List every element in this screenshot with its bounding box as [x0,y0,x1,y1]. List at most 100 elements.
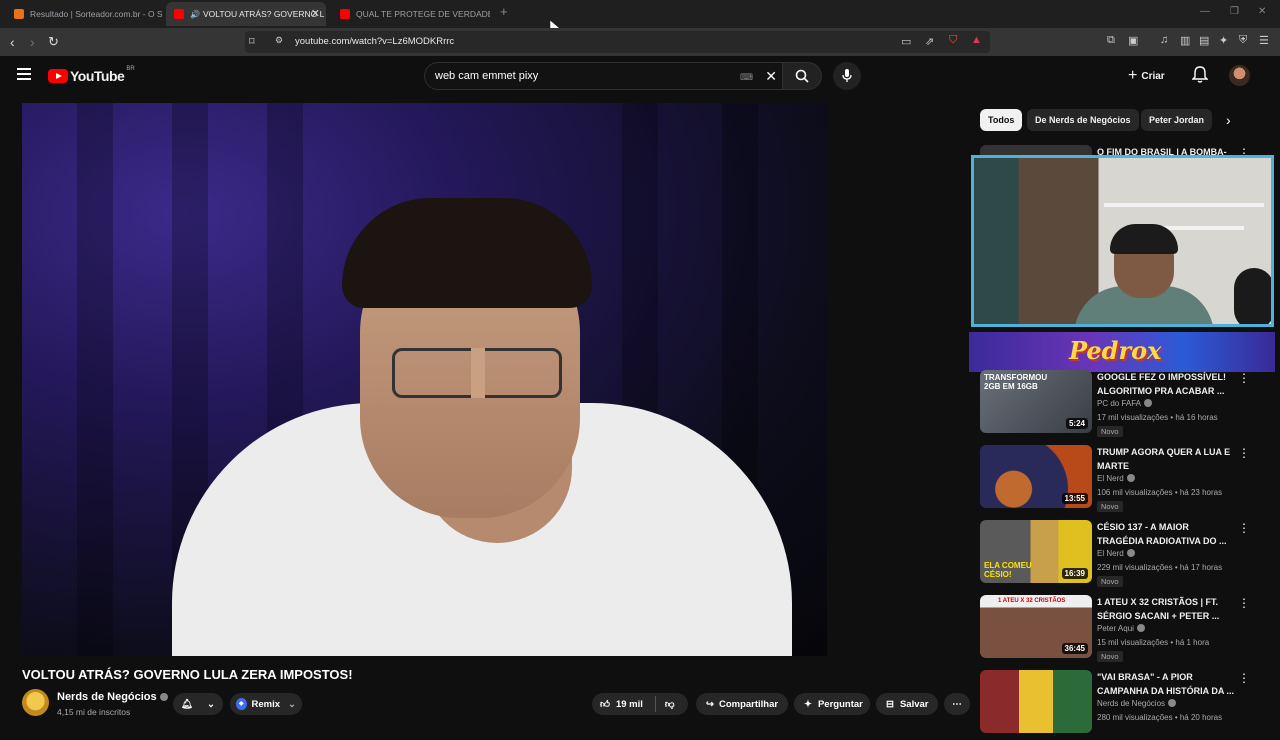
channel-name[interactable]: Nerds de Negócios [57,691,168,703]
channel-name[interactable]: Peter Aqui [1097,624,1145,633]
thumbnail-text: TRANSFORMOU 2GB EM 16GB [984,373,1048,391]
list-item[interactable]: "VAI BRASA" - A PIOR CAMPANHA DA HISTÓRI… [980,670,1270,740]
like-count[interactable]: 19 mil [616,699,643,710]
close-window-icon[interactable]: ✕ [1258,6,1266,17]
tab-label: QUAL TE PROTEGE DE VERDADE? Tes [356,9,490,19]
brave-shield-icon[interactable]: ⛉ [949,34,957,47]
browser-tab[interactable]: QUAL TE PROTEGE DE VERDADE? Tes [332,2,490,26]
forward-icon[interactable]: › [30,33,35,51]
clear-search-icon[interactable]: ✕ [765,68,777,85]
like-icon[interactable]: 👍︎ [600,698,610,710]
bookmark-icon[interactable]: ⌑ [249,35,255,48]
wallet-card-icon[interactable]: ▤ [1199,34,1209,47]
banner-text: Pedrox [1069,336,1162,365]
channel-name[interactable]: El Nerd [1097,474,1135,483]
channel-name[interactable]: PC do FAFA [1097,399,1153,408]
maximize-icon[interactable]: ❐ [1230,6,1239,17]
hamburger-menu-icon[interactable] [17,68,31,80]
chevron-right-icon[interactable]: › [1226,112,1231,128]
list-item[interactable]: ELA COMEU CÉSIO! 16:39 CÉSIO 137 - A MAI… [980,520,1270,590]
close-tab-icon[interactable]: ✕ [311,7,320,20]
share-button[interactable]: ↪ Compartilhar [696,693,788,715]
browser-tab-active[interactable]: 🔊 VOLTOU ATRÁS? GOVERNO L ✕ [166,2,326,26]
kebab-menu-icon[interactable]: ⋮ [1238,371,1250,385]
subscription-bell-button[interactable]: 🔔︎ ⌄ [173,693,223,715]
brave-rewards-icon[interactable]: ▲ [971,34,982,46]
tab-label: Resultado | Sorteador.com.br - O Site [30,9,162,19]
video-thumbnail[interactable] [980,670,1092,733]
new-tab-icon[interactable]: + [500,4,508,19]
keyboard-icon[interactable]: ⌨ [740,72,753,83]
search-button[interactable] [782,62,822,90]
create-button[interactable]: + Criar [1128,67,1165,85]
remix-button[interactable]: ◆ Remix ⌄ [230,693,302,715]
share-icon: ↪ [706,698,714,710]
list-item[interactable]: 1 ATEU X 32 CRISTÃOS 36:45 1 ATEU X 32 C… [980,595,1270,665]
dislike-icon[interactable]: 👎︎ [665,698,675,710]
kebab-menu-icon[interactable]: ⋮ [1238,596,1250,610]
chip-nerds-de-negocios[interactable]: De Nerds de Negócios [1027,109,1139,131]
verified-icon [159,693,168,701]
channel-name[interactable]: El Nerd [1097,549,1135,558]
video-title: "VAI BRASA" - A PIOR CAMPANHA DA HISTÓRI… [1097,672,1234,696]
ask-label: Perguntar [817,698,863,710]
video-meta: 229 mil visualizações • há 17 horas [1097,563,1223,572]
chip-peter-jordan[interactable]: Peter Jordan [1141,109,1213,131]
list-item[interactable]: 13:55 TRUMP AGORA QUER A LUA E MARTE El … [980,445,1270,515]
address-bar[interactable]: ⌑ ⚙ youtube.com/watch?v=Lz6MODKRrrc ▭ ⇗ … [245,31,990,53]
channel-name[interactable]: Nerds de Negócios [1097,699,1177,708]
new-badge: Novo [1097,426,1123,437]
plus-icon: + [1128,67,1138,84]
menu-icon[interactable]: ☰ [1259,34,1269,47]
url-text: youtube.com/watch?v=Lz6MODKRrrc [295,36,455,47]
logo-wordmark: YouTube [70,68,125,84]
kebab-menu-icon[interactable]: ⋮ [1238,671,1250,685]
site-info-icon[interactable]: ⚙ [275,35,283,46]
account-avatar[interactable] [1229,65,1250,86]
video-title: GOOGLE FEZ O IMPOSSÍVEL! ALGORITMO PRA A… [1097,372,1227,396]
channel-avatar[interactable] [22,689,49,716]
kebab-menu-icon[interactable]: ⋮ [1238,521,1250,535]
chip-todos[interactable]: Todos [980,109,1023,131]
video-thumbnail[interactable]: 1 ATEU X 32 CRISTÃOS 36:45 [980,595,1092,658]
search-box[interactable]: web cam emmet pixy ⌨ ✕ [424,62,790,90]
reload-icon[interactable]: ↻ [48,33,59,51]
country-code: BR [126,66,135,72]
leo-ai-icon[interactable]: ✦ [1219,34,1228,47]
ask-button[interactable]: ✦ Perguntar [794,693,870,715]
video-player[interactable] [22,103,827,656]
verified-icon [1126,474,1135,482]
extensions-icon[interactable]: ⧉ [1107,34,1115,47]
cast-icon[interactable]: ▭ [901,35,911,48]
video-thumbnail[interactable]: TRANSFORMOU 2GB EM 16GB 5:24 [980,370,1092,433]
voice-search-button[interactable] [833,62,861,90]
bell-icon [1191,66,1209,83]
back-icon[interactable]: ‹ [10,33,15,51]
more-actions-button[interactable]: ⋯ [944,693,970,715]
new-badge: Novo [1097,576,1123,587]
verified-icon [1144,399,1153,407]
notifications-button[interactable] [1191,66,1209,89]
wallet-icon[interactable]: ▣ [1128,34,1138,47]
video-thumbnail[interactable]: ELA COMEU CÉSIO! 16:39 [980,520,1092,583]
youtube-logo[interactable]: YouTube BR [48,66,135,84]
list-item[interactable]: TRANSFORMOU 2GB EM 16GB 5:24 GOOGLE FEZ … [980,370,1270,440]
save-playlist-icon: ⊟ [886,698,894,710]
video-meta: 280 mil visualizações • há 20 horas [1097,713,1223,722]
video-thumbnail[interactable]: 13:55 [980,445,1092,508]
vpn-icon[interactable]: ⛨ [1239,34,1247,47]
kebab-menu-icon[interactable]: ⋮ [1238,446,1250,460]
media-icon[interactable]: ♫ [1160,34,1168,46]
verified-icon [1168,699,1177,707]
browser-tab[interactable]: Resultado | Sorteador.com.br - O Site [6,2,162,26]
minimize-icon[interactable]: — [1200,6,1210,17]
duration-badge: 5:24 [1065,418,1088,429]
new-badge: Novo [1097,651,1123,662]
save-button[interactable]: ⊟ Salvar [876,693,938,715]
youtube-play-icon [48,69,68,83]
chevron-down-icon: ⌄ [207,698,215,710]
share-page-icon[interactable]: ⇗ [925,35,934,48]
sidebar-icon[interactable]: ▥ [1180,34,1190,47]
duration-badge: 13:55 [1061,493,1088,504]
search-input[interactable]: web cam emmet pixy [435,70,538,82]
